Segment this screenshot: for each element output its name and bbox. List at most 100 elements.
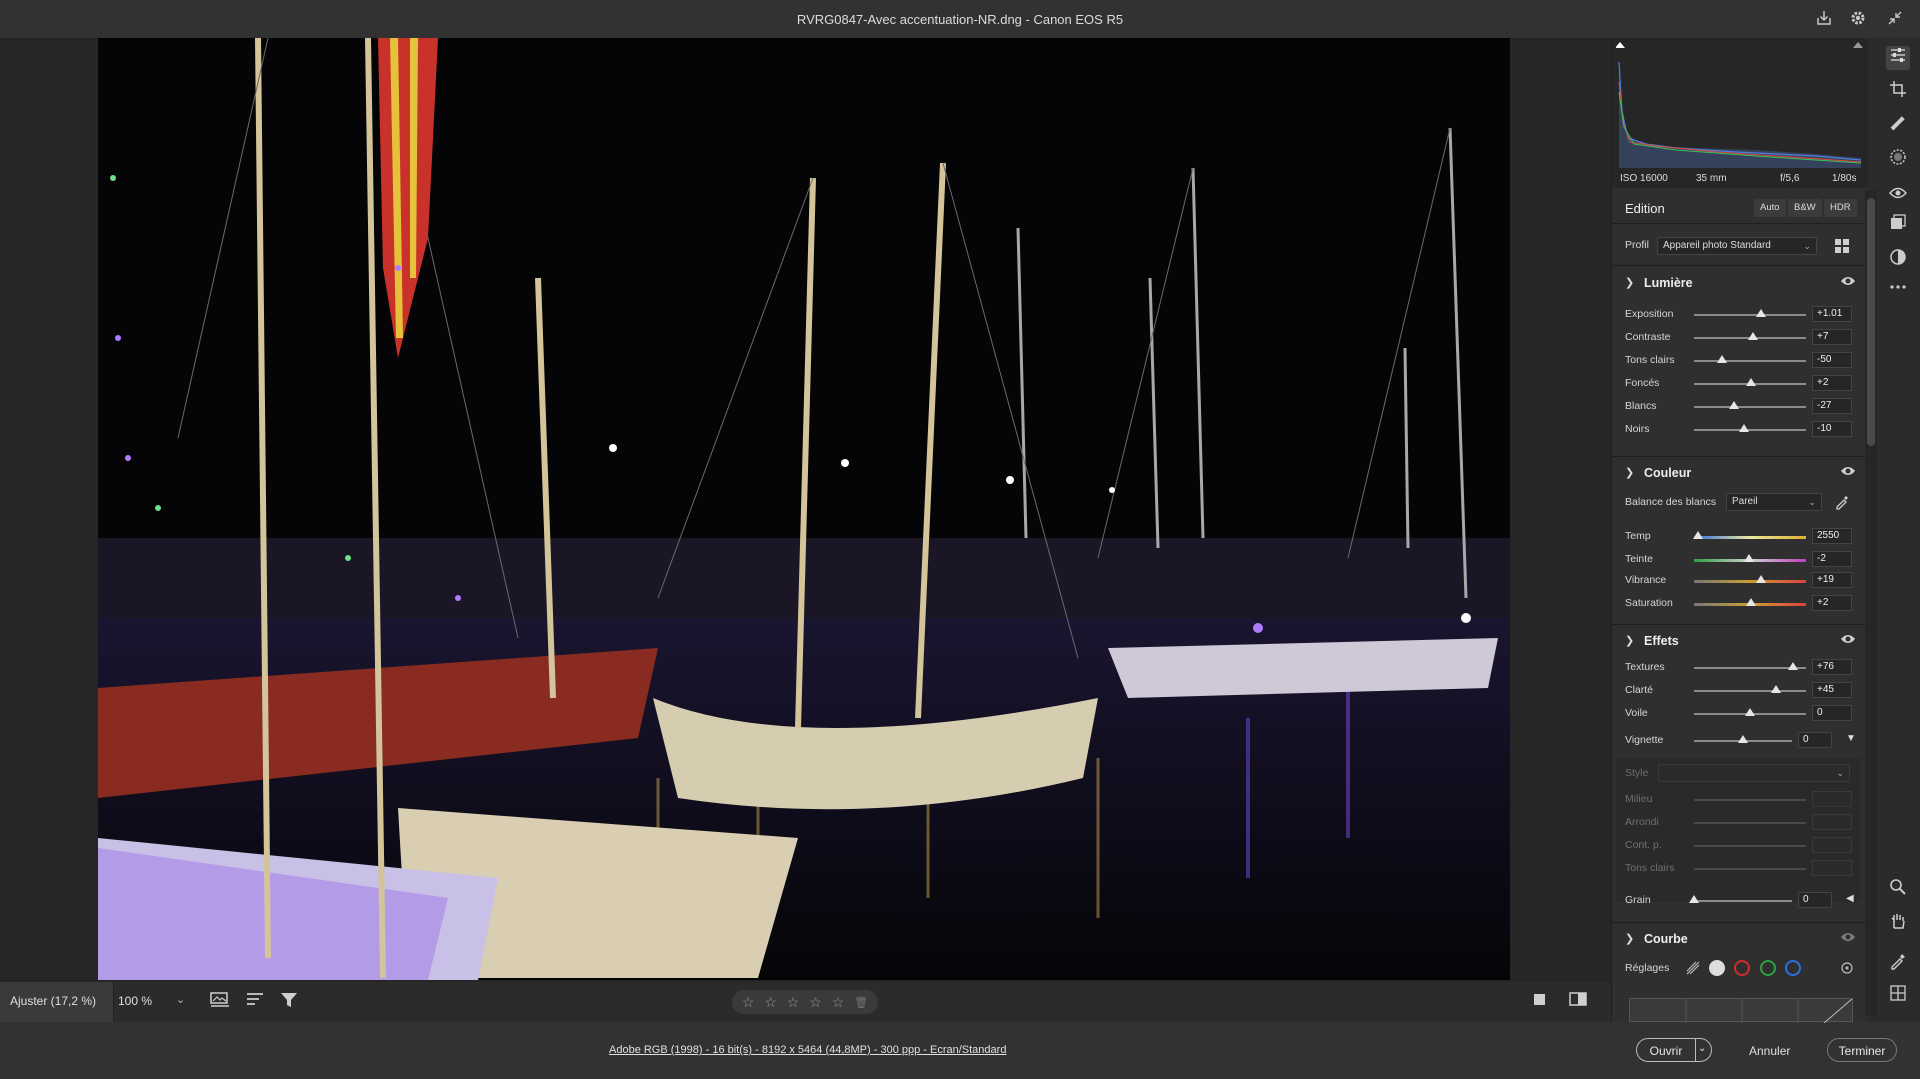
slider-value-field[interactable]: +7 [1812, 329, 1852, 345]
workflow-options-link[interactable]: Adobe RGB (1998) - 16 bit(s) - 8192 x 54… [609, 1044, 1006, 1056]
slider-track[interactable] [1694, 845, 1806, 847]
slider-track[interactable] [1694, 309, 1806, 317]
slider-track[interactable] [1689, 895, 1792, 903]
slider-value-field[interactable]: 0 [1798, 892, 1832, 908]
panel-scrollbar[interactable] [1865, 190, 1877, 1016]
slider-value-field[interactable]: -2 [1812, 551, 1852, 567]
slider-value-field[interactable]: +76 [1812, 659, 1852, 675]
wb-select[interactable]: Pareil ⌄ [1726, 493, 1822, 511]
slider-value-field[interactable]: +1.01 [1812, 306, 1852, 322]
photo-preview[interactable] [98, 38, 1510, 980]
profile-browser-icon[interactable] [1834, 238, 1850, 254]
slider-value-field[interactable]: 0 [1798, 732, 1832, 748]
eye-icon[interactable] [1840, 275, 1856, 289]
single-view-icon[interactable] [1528, 991, 1552, 1013]
slider-thumb[interactable] [1748, 332, 1759, 340]
slider-value-field[interactable]: +45 [1812, 682, 1852, 698]
eye-icon[interactable] [1840, 931, 1856, 945]
slider-track[interactable] [1694, 401, 1806, 409]
light-section-header[interactable]: ❯ Lumière [1612, 272, 1868, 296]
filmstrip-icon[interactable] [208, 991, 232, 1013]
slider-thumb[interactable] [1756, 575, 1767, 583]
collapse-triangle-icon[interactable]: ▼ [1846, 733, 1856, 744]
snapshot-icon[interactable] [1886, 214, 1910, 238]
point-curve-red-icon[interactable] [1734, 960, 1750, 976]
slider-track[interactable] [1694, 799, 1806, 801]
zoom-value[interactable]: 100 % [118, 994, 152, 1008]
star-icon[interactable]: ☆ [809, 994, 822, 1011]
chevron-down-icon[interactable]: ❯ [1625, 932, 1634, 945]
slider-track[interactable] [1693, 531, 1806, 539]
filter-icon[interactable] [277, 991, 301, 1013]
slider-track[interactable] [1694, 735, 1792, 743]
slider-thumb[interactable] [1738, 735, 1748, 743]
slider-track[interactable] [1694, 378, 1806, 386]
heal-icon[interactable] [1886, 114, 1910, 138]
slider-track[interactable] [1694, 355, 1806, 363]
expand-triangle-icon[interactable]: ◀ [1846, 893, 1854, 904]
parametric-curve-icon[interactable] [1685, 960, 1701, 976]
cancel-button[interactable]: Annuler [1749, 1044, 1790, 1058]
slider-thumb[interactable] [1693, 531, 1704, 539]
slider-thumb[interactable] [1743, 554, 1754, 562]
slider-value-field[interactable]: -50 [1812, 352, 1852, 368]
slider-track[interactable] [1694, 554, 1806, 562]
open-dropdown-icon[interactable]: ⌄ [1698, 1043, 1706, 1054]
point-curve-white-icon[interactable] [1709, 960, 1725, 976]
slider-track[interactable] [1694, 822, 1806, 824]
slider-value-field[interactable]: +2 [1812, 375, 1852, 391]
slider-thumb[interactable] [1745, 708, 1755, 716]
gear-icon[interactable] [1848, 9, 1868, 29]
slider-thumb[interactable] [1746, 598, 1757, 606]
target-adjust-icon[interactable] [1839, 960, 1855, 976]
slider-track[interactable] [1694, 662, 1806, 670]
image-canvas[interactable] [0, 38, 1611, 982]
slider-track[interactable] [1694, 685, 1806, 693]
slider-track[interactable] [1694, 708, 1806, 716]
color-section-header[interactable]: ❯ Couleur [1612, 462, 1868, 486]
more-icon[interactable] [1886, 278, 1910, 302]
slider-value-field[interactable]: +2 [1812, 595, 1852, 611]
chevron-down-icon[interactable]: ❯ [1625, 634, 1634, 647]
auto-button[interactable]: Auto [1754, 199, 1786, 217]
sort-icon[interactable] [243, 991, 267, 1013]
slider-track[interactable] [1694, 332, 1806, 340]
slider-value-field[interactable]: -10 [1812, 421, 1852, 437]
slider-thumb[interactable] [1689, 895, 1699, 903]
slider-value-field[interactable] [1812, 837, 1852, 853]
edit-sliders-icon[interactable] [1886, 46, 1910, 70]
slider-value-field[interactable] [1812, 791, 1852, 807]
slider-value-field[interactable]: +19 [1812, 572, 1852, 588]
profile-select[interactable]: Appareil photo Standard ⌄ [1657, 237, 1817, 255]
slider-track[interactable] [1694, 575, 1806, 583]
hdr-button[interactable]: HDR [1824, 199, 1857, 217]
chevron-down-icon[interactable]: ❯ [1625, 276, 1634, 289]
eyedropper-icon[interactable] [1834, 494, 1850, 510]
star-icon[interactable]: ☆ [742, 994, 755, 1011]
open-button[interactable]: Ouvrir [1637, 1044, 1695, 1058]
crop-icon[interactable] [1886, 80, 1910, 104]
zoom-fit-button[interactable]: Ajuster (17,2 %) [0, 982, 114, 1022]
save-icon[interactable] [1814, 9, 1834, 29]
zoom-dropdown-icon[interactable]: ⌄ [176, 993, 185, 1006]
slider-value-field[interactable]: 2550 [1812, 528, 1852, 544]
slider-thumb[interactable] [1746, 378, 1757, 386]
point-curve-blue-icon[interactable] [1785, 960, 1801, 976]
point-curve-green-icon[interactable] [1760, 960, 1776, 976]
slider-thumb[interactable] [1739, 424, 1750, 432]
star-icon[interactable]: ☆ [764, 994, 777, 1011]
trash-icon[interactable]: 🗑 [854, 996, 868, 1009]
slider-track[interactable] [1694, 424, 1806, 432]
hand-icon[interactable] [1886, 912, 1910, 936]
curve-section-header[interactable]: ❯ Courbe [1612, 928, 1868, 952]
slider-thumb[interactable] [1756, 309, 1767, 317]
collapse-icon[interactable] [1885, 9, 1905, 29]
slider-value-field[interactable]: 0 [1812, 705, 1852, 721]
slider-value-field[interactable] [1812, 814, 1852, 830]
done-button[interactable]: Terminer [1827, 1038, 1897, 1062]
grid-icon[interactable] [1886, 984, 1910, 1008]
compare-view-icon[interactable] [1566, 991, 1590, 1013]
mask-icon[interactable] [1886, 148, 1910, 172]
bw-button[interactable]: B&W [1788, 199, 1822, 217]
eye-icon[interactable] [1840, 465, 1856, 479]
